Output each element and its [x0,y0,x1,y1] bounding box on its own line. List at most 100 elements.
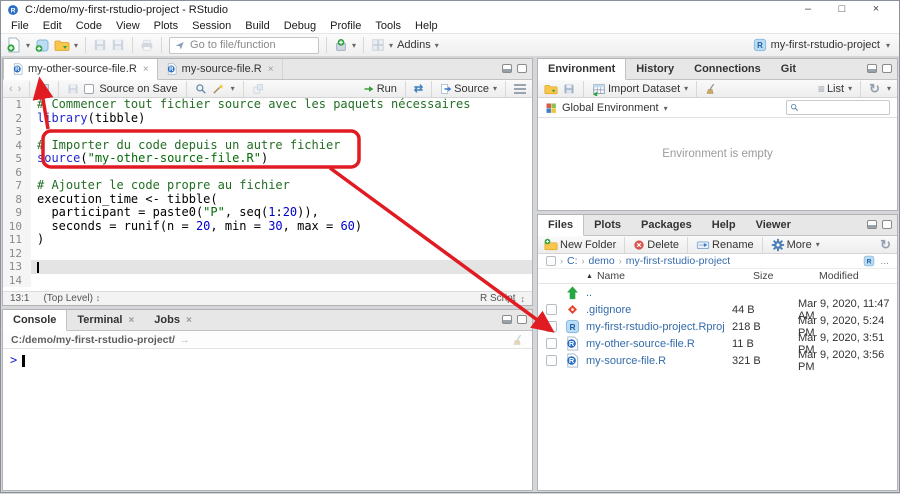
global-environment-selector[interactable]: Global Environment ▾ [562,102,668,114]
code-line[interactable]: 8 execution_time <- tibble( [3,192,532,207]
menu-code[interactable]: Code [69,20,109,32]
tab-history[interactable]: History [626,59,684,79]
chevron-down-icon[interactable]: ▾ [231,84,235,93]
list-view-button[interactable]: ≡ List ▾ [818,82,852,96]
chevron-down-icon[interactable]: ▾ [389,41,393,50]
code-text[interactable] [31,247,532,261]
minimize-pane-button[interactable] [502,64,512,73]
code-line[interactable]: 7 # Ajouter le code propre au fichier [3,178,532,193]
minimize-pane-button[interactable] [502,315,512,324]
close-window-button[interactable]: × [859,1,893,18]
file-row[interactable]: my-source-file.R 321 B Mar 9, 2020, 3:56 P… [538,349,897,373]
code-text[interactable]: library(tibble) [31,111,532,126]
code-line[interactable]: 5 source("my-other-source-file.R") [3,151,532,166]
console-body[interactable]: > [3,349,532,490]
rerun-icon[interactable]: ⇄ [414,82,423,95]
maximize-window-button[interactable]: □ [825,1,859,18]
tab-viewer[interactable]: Viewer [746,215,801,235]
menu-view[interactable]: View [109,20,147,32]
forward-icon[interactable]: › [18,83,22,95]
code-tools-icon[interactable] [212,83,224,95]
maximize-pane-button[interactable] [517,64,527,73]
new-folder-button[interactable]: New Folder [544,238,616,252]
tab-my-source-file[interactable]: my-source-file.R × [158,59,283,79]
back-icon[interactable]: ‹ [9,83,13,95]
delete-button[interactable]: Delete [633,239,679,251]
open-in-new-window-icon[interactable] [38,83,50,95]
import-dataset-button[interactable]: Import Dataset ▾ [592,82,688,96]
pane-layout-button[interactable]: ▾ [371,38,393,52]
code-line[interactable]: 12 [3,246,532,261]
refresh-icon[interactable]: ↻ [880,238,891,251]
minimize-window-button[interactable]: – [791,1,825,18]
file-name-link[interactable]: my-source-file.R [586,355,732,367]
menu-edit[interactable]: Edit [36,20,69,32]
close-icon[interactable]: × [186,315,192,326]
more-button[interactable]: More ▾ [771,238,820,252]
source-on-save-checkbox[interactable] [84,83,95,94]
addins-tool-button[interactable]: ▾ [334,38,356,52]
code-line[interactable]: 10 seconds = runif(n = 20, min = 30, max… [3,219,532,233]
more-path-ellipsis[interactable]: ... [880,255,889,267]
addins-menu-button[interactable]: Addins ▾ [397,39,439,51]
tab-connections[interactable]: Connections [684,59,771,79]
save-icon[interactable] [67,83,79,95]
new-file-button[interactable]: ▾ [6,37,30,53]
code-text[interactable] [31,274,532,288]
minimize-pane-button[interactable] [867,220,877,229]
tab-jobs[interactable]: Jobs × [144,310,202,330]
scope-selector[interactable]: (Top Level) ↕ [43,293,100,304]
code-text[interactable]: # Importer du code depuis un autre fichi… [31,138,532,153]
chevron-down-icon[interactable]: ▾ [887,84,891,93]
tab-files[interactable]: Files [538,215,585,236]
load-workspace-icon[interactable] [544,82,558,96]
chevron-down-icon[interactable]: ▾ [26,41,30,50]
menu-tools[interactable]: Tools [368,20,408,32]
code-text[interactable]: source("my-other-source-file.R") [31,151,532,166]
compile-report-icon[interactable] [252,83,264,95]
breadcrumb-project[interactable]: my-first-rstudio-project [626,255,730,267]
code-editor[interactable]: 1 # Commencer tout fichier source avec le… [3,98,532,291]
clear-console-broom-icon[interactable] [512,334,524,346]
column-header-name[interactable]: ▲ Name [586,270,753,282]
open-file-button[interactable]: ▾ [54,37,78,53]
code-text[interactable]: # Commencer tout fichier source avec les… [31,98,532,112]
file-name-link[interactable]: .gitignore [586,304,732,316]
chevron-down-icon[interactable]: ▾ [352,41,356,50]
chevron-down-icon[interactable]: ▾ [493,84,497,93]
maximize-pane-button[interactable] [882,220,892,229]
select-all-checkbox[interactable] [546,256,556,266]
save-all-icon[interactable] [111,38,125,52]
new-project-button[interactable] [34,37,50,53]
goto-file-function-input[interactable] [190,39,311,51]
code-line[interactable]: 13 [3,260,532,274]
project-selector[interactable]: my-first-rstudio-project ▾ [753,38,894,52]
code-line[interactable]: 9 participant = paste0("P", seq(1:20)), [3,205,532,220]
code-text[interactable] [31,125,532,139]
tab-terminal[interactable]: Terminal × [67,310,144,330]
code-line[interactable]: 6 [3,165,532,180]
file-name-link[interactable]: my-first-rstudio-project.Rproj [586,321,732,333]
document-outline-icon[interactable] [514,83,526,94]
menu-help[interactable]: Help [408,20,445,32]
source-button[interactable]: Source ▾ [440,83,497,95]
column-header-modified[interactable]: Modified [819,270,897,282]
breadcrumb-demo[interactable]: demo [589,255,615,267]
file-name-link[interactable]: my-other-source-file.R [586,338,732,350]
menu-plots[interactable]: Plots [147,20,185,32]
code-text[interactable]: participant = paste0("P", seq(1:20)), [31,205,532,220]
code-line[interactable]: 2 library(tibble) [3,111,532,126]
file-checkbox[interactable] [546,304,557,315]
save-workspace-icon[interactable] [563,83,575,95]
file-checkbox[interactable] [546,355,557,366]
tab-environment[interactable]: Environment [538,59,627,80]
code-text[interactable] [31,166,532,180]
open-dir-arrow-icon[interactable]: → [179,334,190,346]
tab-my-other-source-file[interactable]: my-other-source-file.R × [3,59,158,80]
save-icon[interactable] [93,38,107,52]
clear-environment-broom-icon[interactable] [705,83,717,95]
file-checkbox[interactable] [546,321,557,332]
filetype-selector[interactable]: R Script ↕ [480,293,525,304]
code-text[interactable]: execution_time <- tibble( [31,192,532,207]
menu-profile[interactable]: Profile [323,20,368,32]
